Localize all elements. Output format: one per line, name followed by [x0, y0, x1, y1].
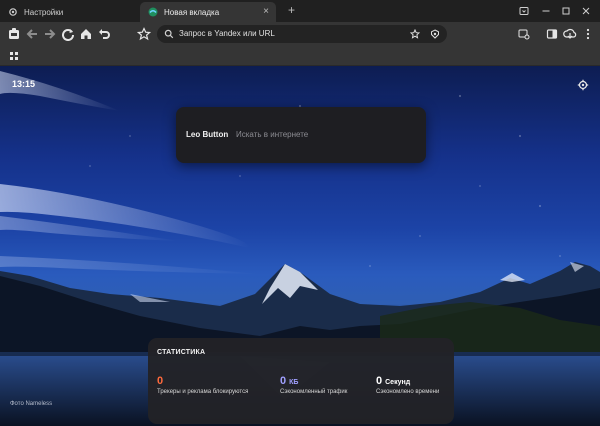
- brave-logo-icon: [148, 7, 158, 17]
- home-icon[interactable]: [78, 26, 94, 42]
- stat-unit: Секунд: [385, 379, 411, 386]
- search-icon: [163, 28, 175, 40]
- clock: 13:15: [12, 79, 36, 89]
- stat-trackers: 0 Трекеры и реклама блокируются: [157, 375, 248, 395]
- stat-bandwidth: 0 КБ Сэкономленный трафик: [280, 375, 347, 395]
- menu-icon[interactable]: [580, 26, 596, 42]
- stats-title: СТАТИСТИКА: [157, 349, 206, 356]
- extension-icon[interactable]: [6, 26, 22, 42]
- sidebar-icon[interactable]: [544, 26, 560, 42]
- stat-unit: КБ: [289, 379, 299, 386]
- tab-strip: Настройки Новая вкладка × +: [0, 0, 600, 22]
- bookmark-star-icon[interactable]: [136, 26, 152, 42]
- browser-window: Настройки Новая вкладка × + Запрос в Yan…: [0, 0, 600, 426]
- search-brand[interactable]: Leo Button: [186, 130, 228, 139]
- settings-gear-icon[interactable]: [577, 78, 589, 91]
- stat-value: 0: [280, 375, 287, 387]
- forward-icon[interactable]: [42, 26, 58, 42]
- search-widget[interactable]: Leo Button Искать в интернете: [176, 107, 426, 163]
- undo-icon[interactable]: [96, 26, 112, 42]
- cloud-download-icon[interactable]: [562, 26, 578, 42]
- back-icon[interactable]: [24, 26, 40, 42]
- close-tab-icon[interactable]: ×: [263, 6, 269, 18]
- stat-value: 0: [157, 375, 164, 387]
- stat-time: 0 Секунд Сэкономлено времени: [376, 375, 439, 395]
- apps-grid-icon[interactable]: [6, 48, 22, 64]
- bookmarks-bar: [0, 46, 600, 66]
- gear-icon: [8, 7, 18, 17]
- reader-mode-icon[interactable]: [516, 26, 532, 42]
- tab-settings[interactable]: Настройки: [0, 2, 140, 22]
- stats-widget: СТАТИСТИКА 0 Трекеры и реклама блокируют…: [148, 338, 454, 424]
- new-tab-icon[interactable]: +: [288, 3, 295, 17]
- address-input[interactable]: Запрос в Yandex или URL: [179, 29, 275, 38]
- stat-label: Сэкономленный трафик: [280, 389, 348, 395]
- close-window-icon[interactable]: [572, 0, 600, 22]
- stat-label: Сэкономлено времени: [376, 389, 440, 395]
- tab-label: Новая вкладка: [164, 7, 220, 17]
- search-input[interactable]: Искать в интернете: [236, 130, 308, 139]
- photo-credit[interactable]: Фото Nameless: [10, 401, 52, 407]
- address-bar[interactable]: Запрос в Yandex или URL: [157, 25, 447, 43]
- tab-new-tab[interactable]: Новая вкладка ×: [140, 2, 276, 22]
- tab-label: Настройки: [24, 7, 64, 17]
- shield-icon[interactable]: [429, 28, 441, 40]
- new-tab-page: 13:15 Leo Button Искать в интернете Фото…: [0, 66, 600, 426]
- toolbar: Запрос в Yandex или URL: [0, 22, 600, 46]
- stat-value: 0: [376, 375, 383, 387]
- star-icon[interactable]: [409, 28, 421, 40]
- reload-icon[interactable]: [60, 26, 76, 42]
- stat-label: Трекеры и реклама блокируются: [157, 389, 249, 395]
